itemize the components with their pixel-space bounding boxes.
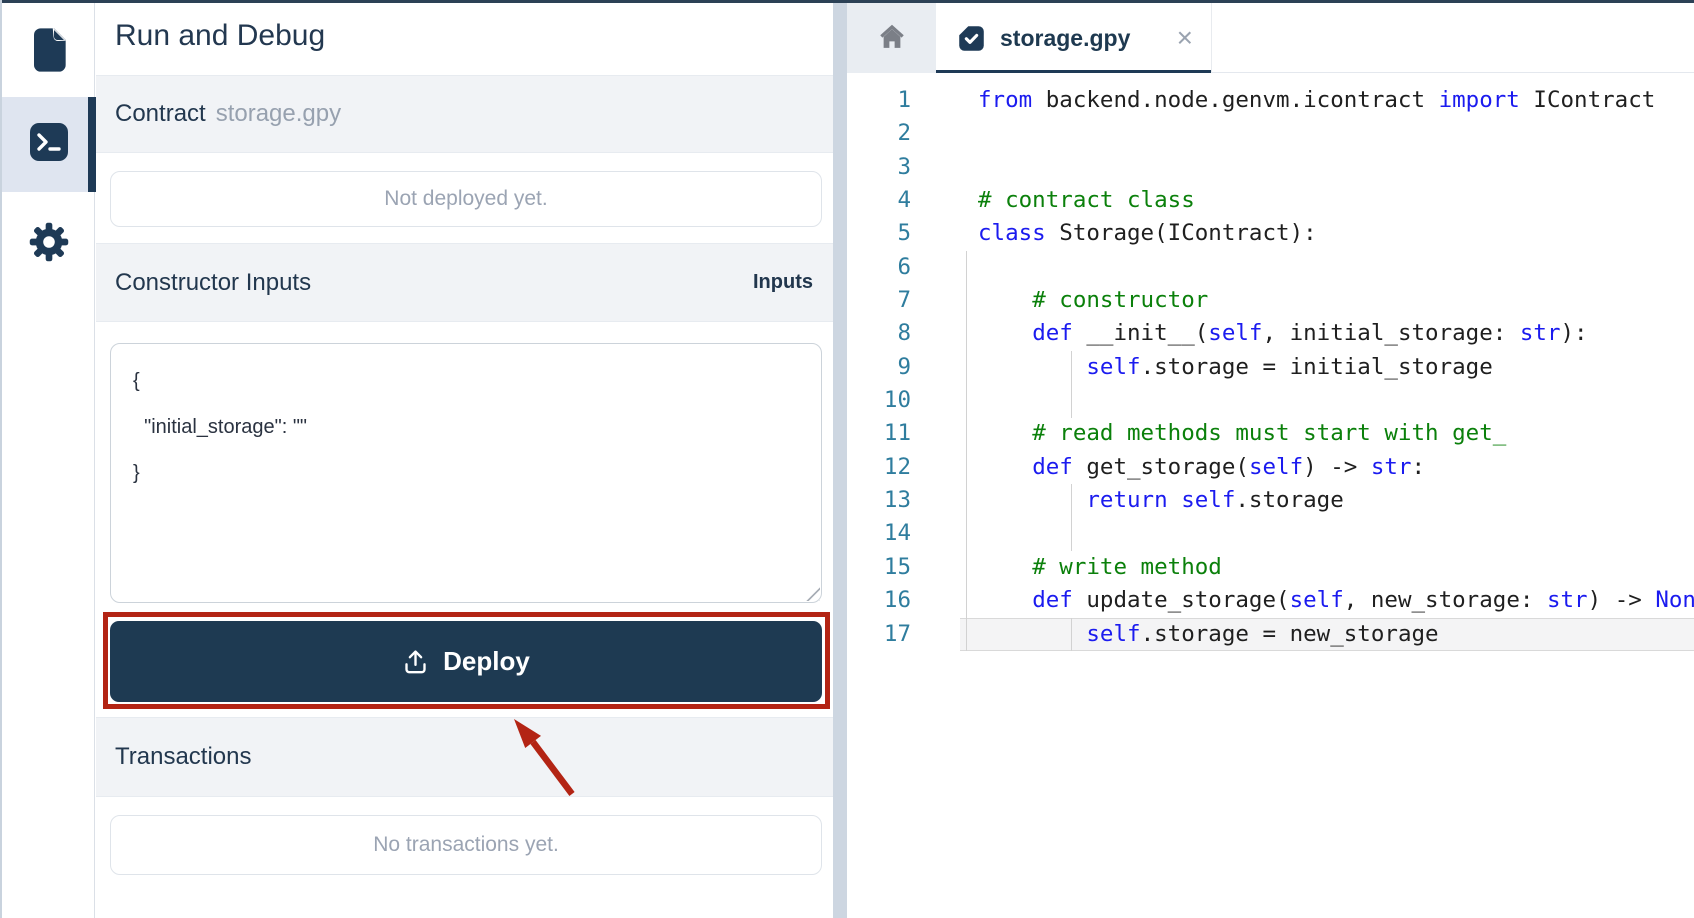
code-line[interactable]: from backend.node.genvm.icontract import… — [960, 84, 1694, 117]
line-number: 12 — [847, 451, 911, 484]
line-number: 1 — [847, 84, 911, 117]
editor-tab-bar: storage.gpy × — [847, 3, 1694, 73]
code-line[interactable] — [960, 117, 1694, 150]
tab-storage-gpy[interactable]: storage.gpy × — [936, 3, 1212, 73]
upload-icon — [402, 648, 429, 675]
line-number: 15 — [847, 551, 911, 584]
code-line[interactable]: # write method — [960, 551, 1694, 584]
sidebar-item-files[interactable] — [2, 17, 95, 87]
code-line[interactable] — [960, 151, 1694, 184]
deploy-button[interactable]: Deploy — [110, 621, 822, 702]
line-number: 8 — [847, 317, 911, 350]
code-line[interactable]: # constructor — [960, 284, 1694, 317]
constructor-inputs-editor[interactable] — [110, 343, 822, 603]
deploy-button-label: Deploy — [443, 646, 530, 677]
code-line[interactable]: class Storage(IContract): — [960, 217, 1694, 250]
indent-guide — [1071, 618, 1072, 651]
panel-resizer-handle[interactable] — [833, 3, 847, 918]
line-number: 5 — [847, 217, 911, 250]
code-line[interactable]: def __init__(self, initial_storage: str)… — [960, 317, 1694, 350]
code-lines[interactable]: from backend.node.genvm.icontract import… — [960, 73, 1694, 918]
transactions-section-header: Transactions — [96, 717, 833, 797]
code-editor-pane: storage.gpy × 1234567891011121314151617 … — [847, 3, 1694, 918]
constructor-section-header: Constructor Inputs Inputs — [96, 243, 833, 322]
page-title: Run and Debug — [115, 14, 325, 58]
app-window: Run and Debug Contract storage.gpy Not d… — [0, 0, 1694, 918]
indent-guide — [966, 251, 967, 651]
close-icon[interactable]: × — [1177, 24, 1193, 52]
sidebar-item-settings[interactable] — [2, 211, 95, 277]
transactions-label: Transactions — [115, 743, 252, 771]
line-number-gutter: 1234567891011121314151617 — [847, 73, 960, 651]
line-number: 3 — [847, 151, 911, 184]
constructor-inputs-label: Constructor Inputs — [115, 269, 311, 297]
transactions-empty-text: No transactions yet. — [373, 833, 559, 857]
home-icon — [877, 21, 907, 56]
line-number: 16 — [847, 584, 911, 617]
code-line[interactable]: def update_storage(self, new_storage: st… — [960, 584, 1694, 617]
contract-filename: storage.gpy — [216, 100, 341, 128]
code-line[interactable]: # contract class — [960, 184, 1694, 217]
code-area: 1234567891011121314151617 from backend.n… — [847, 73, 1694, 918]
contract-label: Contract — [115, 100, 206, 128]
window-top-border — [0, 0, 1694, 3]
inputs-mode-badge[interactable]: Inputs — [753, 271, 813, 294]
home-button[interactable] — [847, 3, 936, 73]
code-line[interactable]: def get_storage(self) -> str: — [960, 451, 1694, 484]
indent-guide — [1071, 484, 1072, 551]
file-icon — [29, 26, 69, 79]
active-indicator-bar — [88, 97, 96, 192]
line-number: 14 — [847, 517, 911, 550]
sidebar-item-run-debug[interactable] — [2, 97, 95, 192]
run-debug-panel: Run and Debug Contract storage.gpy Not d… — [96, 3, 833, 918]
transactions-empty-box: No transactions yet. — [110, 815, 822, 875]
deploy-status-box: Not deployed yet. — [110, 171, 822, 227]
line-number: 10 — [847, 384, 911, 417]
terminal-icon — [29, 122, 69, 167]
line-number: 9 — [847, 351, 911, 384]
line-number: 2 — [847, 117, 911, 150]
file-check-icon — [956, 23, 987, 54]
line-number: 4 — [847, 184, 911, 217]
code-line[interactable]: # read methods must start with get_ — [960, 417, 1694, 450]
activity-bar — [2, 3, 95, 918]
line-number: 17 — [847, 618, 911, 651]
line-number: 13 — [847, 484, 911, 517]
tab-label: storage.gpy — [1000, 25, 1130, 52]
window-left-border — [0, 0, 2, 918]
indent-guide — [1071, 351, 1072, 418]
contract-section-header: Contract storage.gpy — [96, 75, 833, 153]
code-line[interactable] — [960, 251, 1694, 284]
line-number: 11 — [847, 417, 911, 450]
line-number: 7 — [847, 284, 911, 317]
gear-icon — [28, 221, 70, 268]
line-number: 6 — [847, 251, 911, 284]
deploy-status-text: Not deployed yet. — [384, 187, 547, 211]
